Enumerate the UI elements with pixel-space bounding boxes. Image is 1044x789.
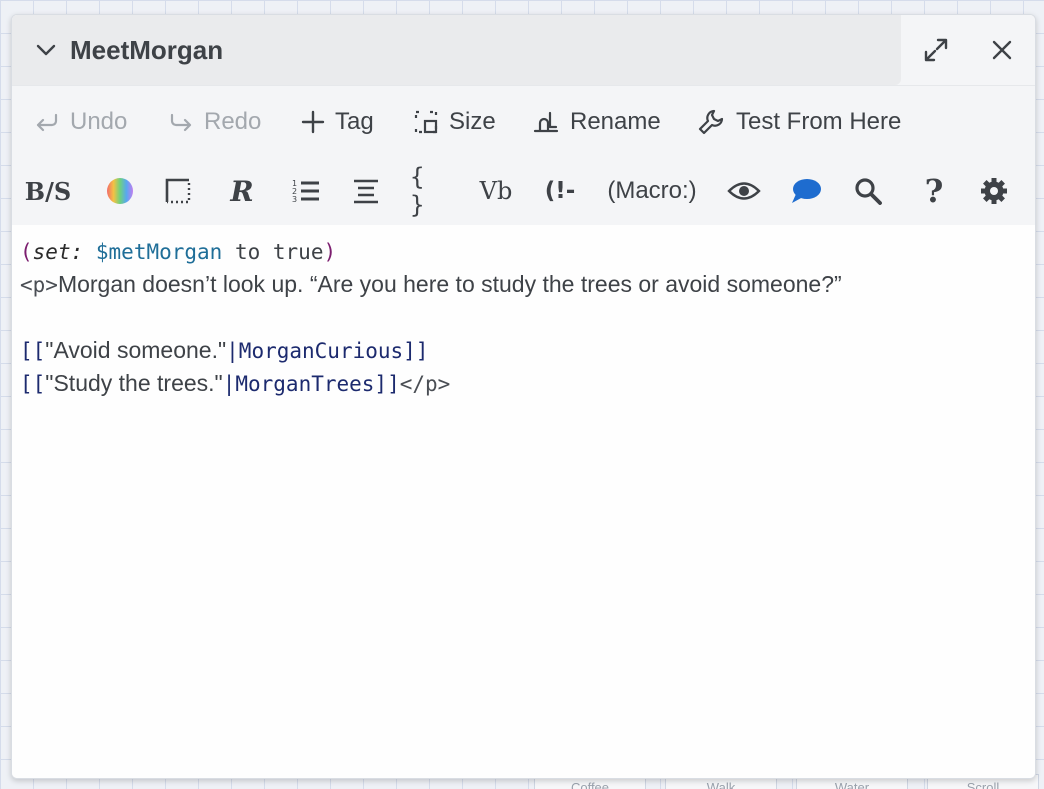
formatting-toolbar: B/S R 1 2 3 {} Vb (!- (Macro:) ? bbox=[12, 157, 1035, 226]
link-open: [[ bbox=[20, 339, 46, 363]
wrench-icon bbox=[698, 109, 724, 135]
gear-icon[interactable] bbox=[974, 169, 1014, 213]
passage-label: Coffee bbox=[570, 780, 610, 789]
code-line: <p>Morgan doesn’t look up. “Are you here… bbox=[20, 268, 1027, 301]
speech-bubble-icon[interactable] bbox=[786, 169, 826, 213]
braces-icon[interactable]: { } bbox=[410, 163, 450, 219]
border-icon[interactable] bbox=[158, 169, 198, 213]
code-line: [["Avoid someone."|MorganCurious]] bbox=[20, 334, 1027, 367]
dialog-titlebar: MeetMorgan bbox=[12, 15, 1035, 86]
test-label: Test From Here bbox=[736, 108, 902, 135]
undo-button[interactable]: Undo bbox=[34, 104, 127, 140]
verbatim-icon[interactable]: Vb bbox=[474, 169, 518, 213]
link-target: |MorganTrees]] bbox=[222, 372, 400, 396]
colour-icon[interactable] bbox=[100, 169, 140, 213]
rename-icon bbox=[533, 111, 559, 133]
html-tag: </p> bbox=[399, 372, 451, 396]
passage-text-editor[interactable]: (set: $metMorgan to true) <p>Morgan does… bbox=[12, 225, 1035, 778]
macro-name: set: bbox=[32, 240, 84, 264]
redo-button[interactable]: Redo bbox=[168, 104, 261, 140]
list-icon[interactable]: 1 2 3 bbox=[286, 169, 326, 213]
code-line: [["Study the trees."|MorganTrees]]</p> bbox=[20, 367, 1027, 400]
undo-icon bbox=[36, 113, 58, 132]
rename-button[interactable]: Rename bbox=[532, 104, 661, 140]
size-button[interactable]: Size bbox=[413, 104, 496, 140]
macro-close-paren: ) bbox=[323, 240, 337, 264]
tag-label: Tag bbox=[335, 108, 374, 135]
maximize-icon[interactable] bbox=[920, 34, 952, 66]
passage-toolbar: Undo Redo Tag Size Rename Test From Here bbox=[12, 86, 1035, 157]
chevron-down-icon[interactable] bbox=[34, 38, 58, 62]
special-r-icon[interactable]: R bbox=[220, 169, 264, 213]
redo-label: Redo bbox=[204, 108, 262, 135]
variable-name: $metMorgan bbox=[95, 240, 223, 264]
macro-button[interactable]: (Macro:) bbox=[602, 169, 702, 213]
size-label: Size bbox=[449, 108, 496, 135]
add-tag-button[interactable]: Tag bbox=[301, 104, 374, 140]
close-icon[interactable] bbox=[986, 34, 1018, 66]
dialog-title-area: MeetMorgan bbox=[12, 15, 901, 85]
passage-label: Water bbox=[834, 780, 870, 789]
bold-strike-icon[interactable]: B/S bbox=[24, 169, 72, 213]
eye-icon[interactable] bbox=[724, 169, 764, 213]
passage-label: Walk bbox=[706, 780, 736, 789]
test-from-here-button[interactable]: Test From Here bbox=[696, 104, 901, 140]
resize-icon bbox=[414, 110, 438, 134]
passage-edit-dialog: MeetMorgan Undo Redo Tag Size Rename Tes… bbox=[11, 14, 1036, 779]
rename-label: Rename bbox=[570, 108, 661, 135]
link-open: [[ bbox=[20, 372, 46, 396]
redo-icon bbox=[170, 113, 192, 132]
macro-open-paren: ( bbox=[20, 240, 33, 264]
code-line: (set: $metMorgan to true) bbox=[20, 235, 1027, 268]
plus-icon bbox=[301, 110, 325, 134]
html-tag: <p> bbox=[20, 273, 58, 297]
help-icon[interactable]: ? bbox=[914, 169, 954, 213]
svg-text:3: 3 bbox=[292, 195, 297, 204]
undo-label: Undo bbox=[70, 108, 128, 135]
link-text: "Study the trees." bbox=[45, 370, 223, 396]
link-text: "Avoid someone." bbox=[45, 337, 227, 363]
search-icon[interactable] bbox=[848, 169, 888, 213]
prose-text: Morgan doesn’t look up. “Are you here to… bbox=[57, 271, 842, 297]
macro-args: to true bbox=[222, 240, 324, 264]
align-icon[interactable] bbox=[346, 169, 386, 213]
comment-icon[interactable]: (!- bbox=[538, 169, 582, 213]
link-target: |MorganCurious]] bbox=[226, 339, 429, 363]
dialog-title: MeetMorgan bbox=[70, 34, 224, 65]
passage-label: Scroll bbox=[966, 780, 1000, 789]
